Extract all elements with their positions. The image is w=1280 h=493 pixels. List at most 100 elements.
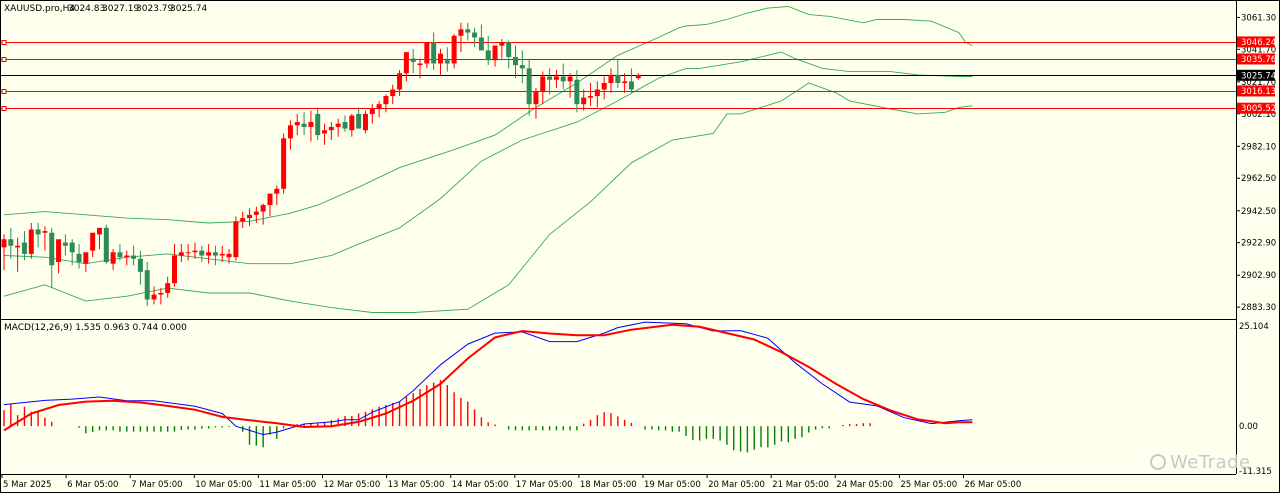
candle-body (15, 245, 21, 248)
candle-body (308, 122, 314, 127)
candle-body (328, 126, 334, 131)
macd-header: MACD(12,26,9) 1.535 0.963 0.744 0.000 (4, 323, 187, 333)
candle-body (369, 109, 375, 114)
chart-svg: XAUUSD.pro,H4 3024.83 3027.19 3023.79 30… (0, 0, 1280, 493)
candle (281, 133, 287, 194)
candle-body (281, 138, 287, 189)
macd-lines-layer (3, 321, 973, 436)
candle-body (247, 214, 253, 219)
candle-body (151, 294, 157, 300)
candle-body (294, 122, 300, 126)
time-tick-label: 17 Mar 05:00 (516, 480, 573, 490)
candle-body (594, 89, 600, 97)
candle-body (199, 250, 205, 256)
candle (362, 110, 368, 134)
candle-body (69, 242, 75, 253)
time-tick-label: 14 Mar 05:00 (452, 480, 509, 490)
time-tick-label: 6 Mar 05:00 (67, 480, 118, 490)
candle-body (62, 242, 68, 246)
candle-body (233, 221, 239, 258)
price-tick-label: 2902.90 (1241, 271, 1276, 281)
candle-body (403, 52, 409, 74)
candle-body (28, 229, 34, 254)
line-price-tag: 3005.52 (1241, 104, 1276, 114)
candle-body (547, 76, 553, 80)
time-axis[interactable]: 5 Mar 2025 6 Mar 05:00 7 Mar 05:00 10 Mar 0… (1, 474, 1022, 490)
candle-body (49, 232, 55, 266)
time-tick-label: 10 Mar 05:00 (195, 480, 252, 490)
line-anchor-4[interactable] (1, 106, 7, 111)
time-tick-label: 7 Mar 05:00 (131, 480, 182, 490)
chart-terminal: XAUUSD.pro,H4 3024.83 3027.19 3023.79 30… (0, 0, 1280, 493)
candle-body (185, 252, 191, 254)
time-tick-label: 26 Mar 05:00 (965, 480, 1022, 490)
candle-body (42, 231, 48, 233)
candle-body (158, 292, 164, 295)
price-tick-label: 3061.30 (1241, 13, 1276, 23)
candle-body (90, 232, 96, 251)
macd-signal-line (3, 323, 973, 432)
candle-body (137, 258, 143, 272)
candle-body (560, 76, 566, 82)
candle-body (540, 76, 546, 92)
candle-body (260, 205, 266, 212)
candle-body (178, 252, 184, 256)
candle-body (267, 193, 273, 206)
candle-body (472, 32, 478, 38)
candle-body (417, 63, 423, 66)
line-anchor-0[interactable] (1, 40, 7, 45)
candle-body (506, 42, 512, 57)
price-tick-label: 2922.90 (1241, 239, 1276, 249)
candle-body (526, 68, 532, 105)
line-anchor-1[interactable] (1, 57, 7, 62)
line-price-tag: 3016.13 (1241, 87, 1276, 97)
macd-panel[interactable]: MACD(12,26,9) 1.535 0.963 0.744 0.000 (3, 321, 973, 453)
candle (233, 216, 239, 261)
candle-body (287, 125, 293, 139)
price-axis[interactable]: 3061.303041.703021.703002.102982.102962.… (1236, 13, 1276, 313)
candle-body (96, 227, 102, 235)
candle-body (492, 45, 498, 61)
candle (451, 34, 457, 69)
time-tick-label: 12 Mar 05:00 (324, 480, 381, 490)
candle-body (83, 252, 89, 264)
price-tick-label: 2962.50 (1241, 174, 1276, 184)
candle-body (342, 122, 348, 129)
main-chart-panel[interactable]: XAUUSD.pro,H4 3024.83 3027.19 3023.79 30… (0, 0, 1236, 319)
time-tick-label: 5 Mar 2025 (3, 480, 51, 490)
candle-body (56, 239, 62, 263)
macd-histogram-layer (3, 380, 871, 453)
candle-body (301, 123, 307, 127)
wetrade-logo-icon (1150, 454, 1166, 470)
candle-body (322, 130, 328, 134)
time-tick-label: 25 Mar 05:00 (900, 480, 957, 490)
candle-body (574, 79, 580, 105)
candle-body (124, 255, 130, 258)
line-anchor-3[interactable] (1, 89, 7, 94)
line-price-tag: 3046.24 (1241, 38, 1276, 48)
candle-body (635, 74, 641, 79)
candle (103, 224, 109, 264)
candle-body (172, 255, 177, 284)
candle-body (110, 252, 116, 264)
price-tick-label: 2883.30 (1241, 303, 1276, 313)
time-tick-label: 13 Mar 05:00 (388, 480, 445, 490)
candle-body (349, 115, 355, 131)
candle-body (437, 53, 443, 64)
candle-body (622, 81, 628, 84)
time-tick-label: 21 Mar 05:00 (772, 480, 829, 490)
candle-body (103, 227, 109, 263)
candle-body (253, 211, 259, 215)
candle-body (206, 252, 212, 256)
candle-body (465, 29, 471, 33)
candle-body (451, 35, 457, 64)
candle-body (519, 65, 525, 69)
candle-body (131, 255, 137, 259)
watermark-logo: WeTrade (1150, 452, 1251, 473)
candle-body (315, 113, 321, 136)
candle-body (76, 253, 82, 263)
candle-body (212, 252, 218, 256)
candle-body (444, 60, 450, 64)
candle-body (8, 239, 14, 246)
macd-axis-label: 25.104 (1239, 322, 1269, 332)
